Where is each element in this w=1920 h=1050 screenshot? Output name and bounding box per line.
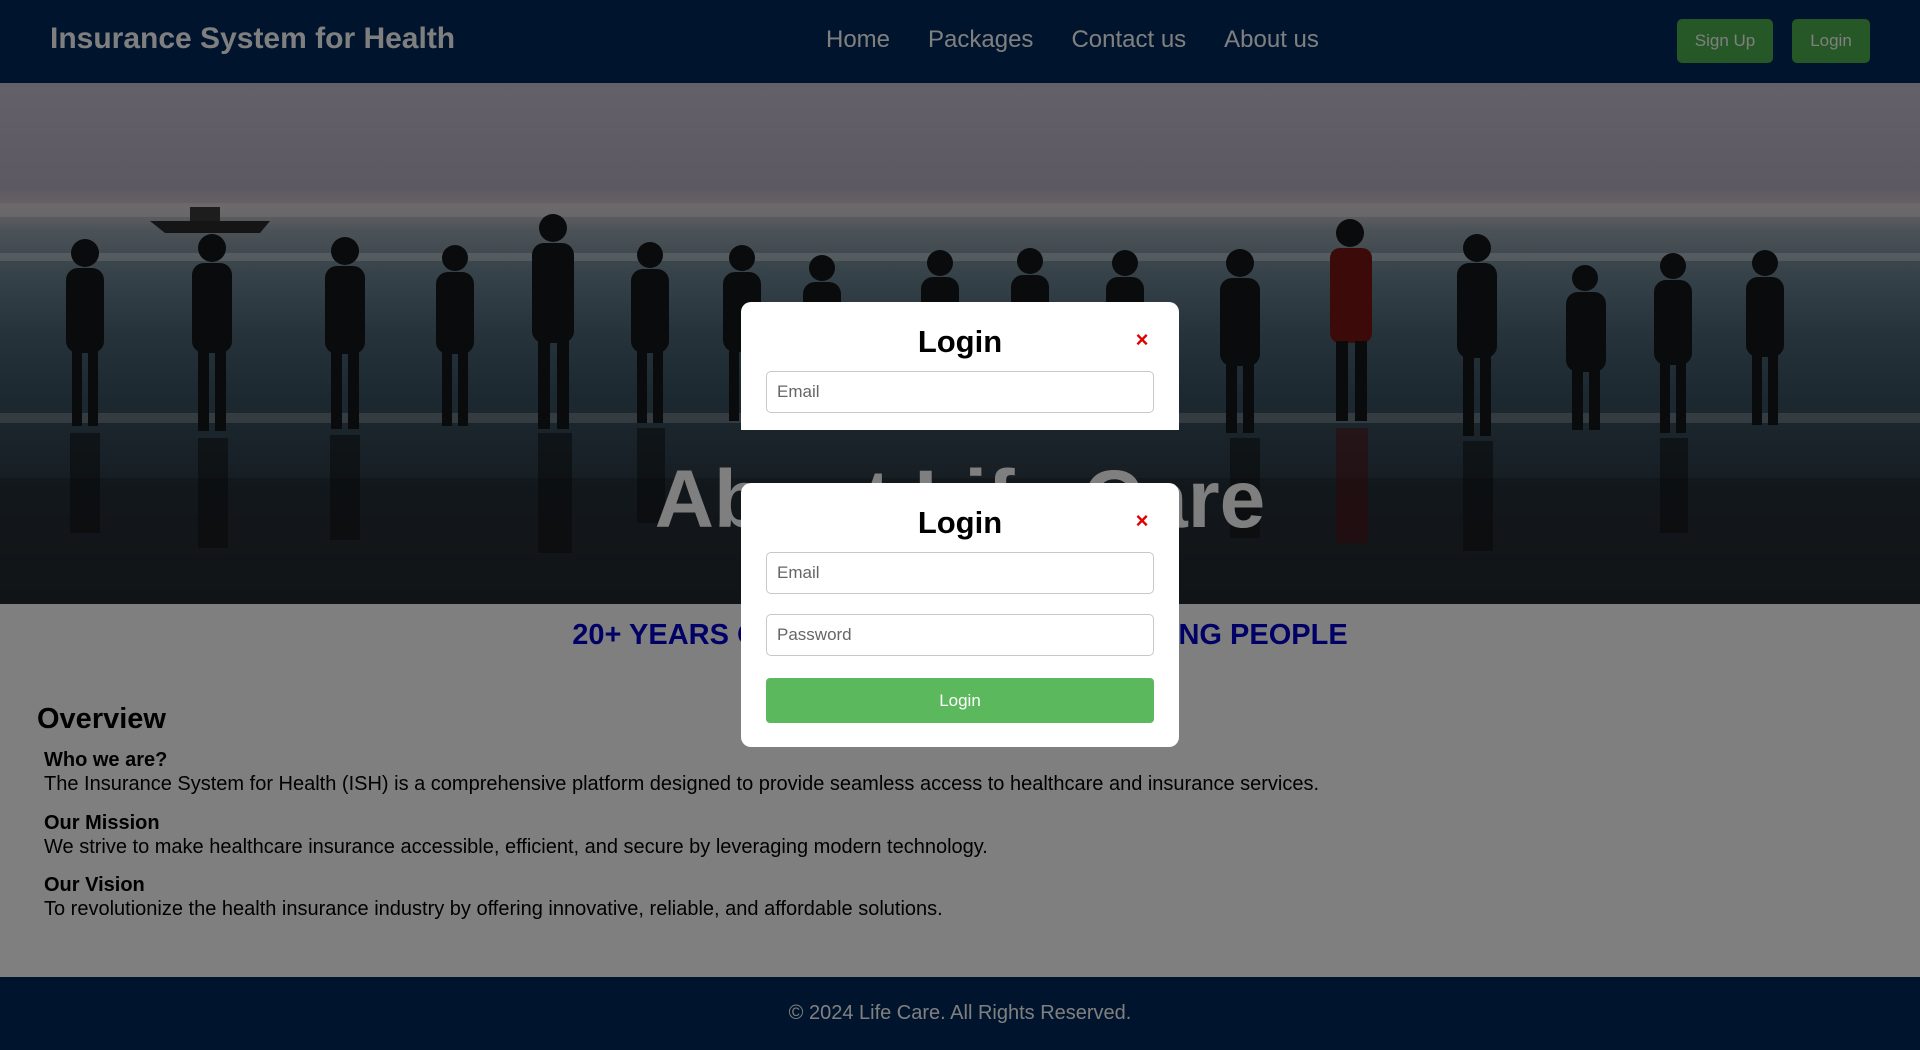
login-modal: Login × Login xyxy=(741,483,1179,747)
modal-title: Login xyxy=(917,324,1003,359)
email-field[interactable] xyxy=(766,552,1154,594)
close-icon[interactable]: × xyxy=(1130,509,1154,533)
email-field[interactable] xyxy=(766,371,1154,413)
modal-title: Login xyxy=(917,505,1003,540)
close-icon[interactable]: × xyxy=(1130,328,1154,352)
login-submit-button[interactable]: Login xyxy=(766,678,1154,723)
login-modal-back: Login × xyxy=(741,302,1179,430)
password-field[interactable] xyxy=(766,614,1154,656)
